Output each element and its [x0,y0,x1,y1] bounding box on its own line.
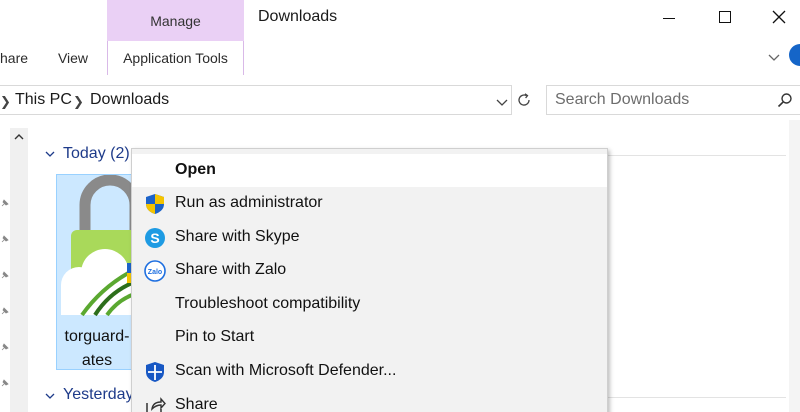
group-header-today[interactable]: Today (2) [63,145,130,163]
menu-item-open[interactable]: Open [132,154,607,187]
address-bar[interactable]: ❯ This PC ❯ Downloads [0,85,512,115]
search-box[interactable] [546,85,800,115]
chevron-right-icon[interactable]: ❯ [0,94,11,110]
ribbon: hare View Manage Application Tools Downl… [0,0,800,75]
chevron-up-icon [14,134,24,140]
svg-text:Zalo: Zalo [148,269,162,276]
chevron-right-icon[interactable]: ❯ [73,94,84,110]
menu-item-run-as-administrator[interactable]: Run as administrator [132,187,607,220]
pin-icon [1,271,9,279]
pin-icon [1,235,9,243]
menu-item-scan-with-defender[interactable]: Scan with Microsoft Defender... [132,355,607,388]
uac-shield-icon [146,194,164,214]
tab-share[interactable]: hare [0,41,38,75]
breadcrumb-downloads[interactable]: Downloads [90,91,169,109]
window-title: Downloads [258,8,338,25]
context-menu: Open Run as administrator S Share with S… [131,148,608,412]
refresh-button[interactable] [514,85,534,115]
skype-icon: S [145,228,165,248]
maximize-button[interactable] [702,0,748,34]
file-name: torguard- ates [64,328,130,369]
padlock-app-icon [61,175,135,317]
search-input[interactable] [555,90,765,110]
pin-icon [1,307,9,315]
pin-icon [1,343,9,351]
collapse-group-icon[interactable] [44,390,56,402]
close-icon [772,10,786,24]
breadcrumb-this-pc[interactable]: This PC [15,91,72,109]
maximize-icon [719,11,731,23]
selected-file-item[interactable]: torguard- ates [56,174,136,370]
close-button[interactable] [756,0,800,34]
scroll-up-button[interactable] [10,128,28,146]
tab-view[interactable]: View [40,41,106,75]
search-icon[interactable] [777,92,793,108]
pin-icon [1,199,9,207]
help-icon[interactable] [789,44,800,66]
share-icon [146,397,166,412]
menu-item-pin-to-start[interactable]: Pin to Start [132,321,607,354]
tab-application-tools[interactable]: Application Tools [107,41,244,75]
group-header-yesterday[interactable]: Yesterday [63,386,134,404]
chevron-down-icon[interactable] [766,49,782,65]
nav-scrollbar[interactable] [10,128,28,412]
refresh-icon [518,93,530,106]
address-dropdown-icon[interactable] [494,94,510,110]
menu-item-share-with-skype[interactable]: S Share with Skype [132,221,607,254]
menu-item-share-with-zalo[interactable]: Zalo Share with Zalo [132,254,607,287]
content-scrollbar[interactable] [789,120,800,412]
svg-text:S: S [150,230,159,246]
menu-item-troubleshoot-compatibility[interactable]: Troubleshoot compatibility [132,288,607,321]
zalo-icon: Zalo [144,260,166,282]
group-divider [608,397,786,398]
minimize-button[interactable] [646,0,692,34]
pin-icon [1,379,9,387]
collapse-group-icon[interactable] [44,148,56,160]
menu-item-share[interactable]: Share [132,389,607,412]
group-divider [608,155,786,156]
defender-shield-icon [146,362,164,382]
manage-group-label: Manage [107,0,244,41]
minimize-icon [663,17,675,19]
